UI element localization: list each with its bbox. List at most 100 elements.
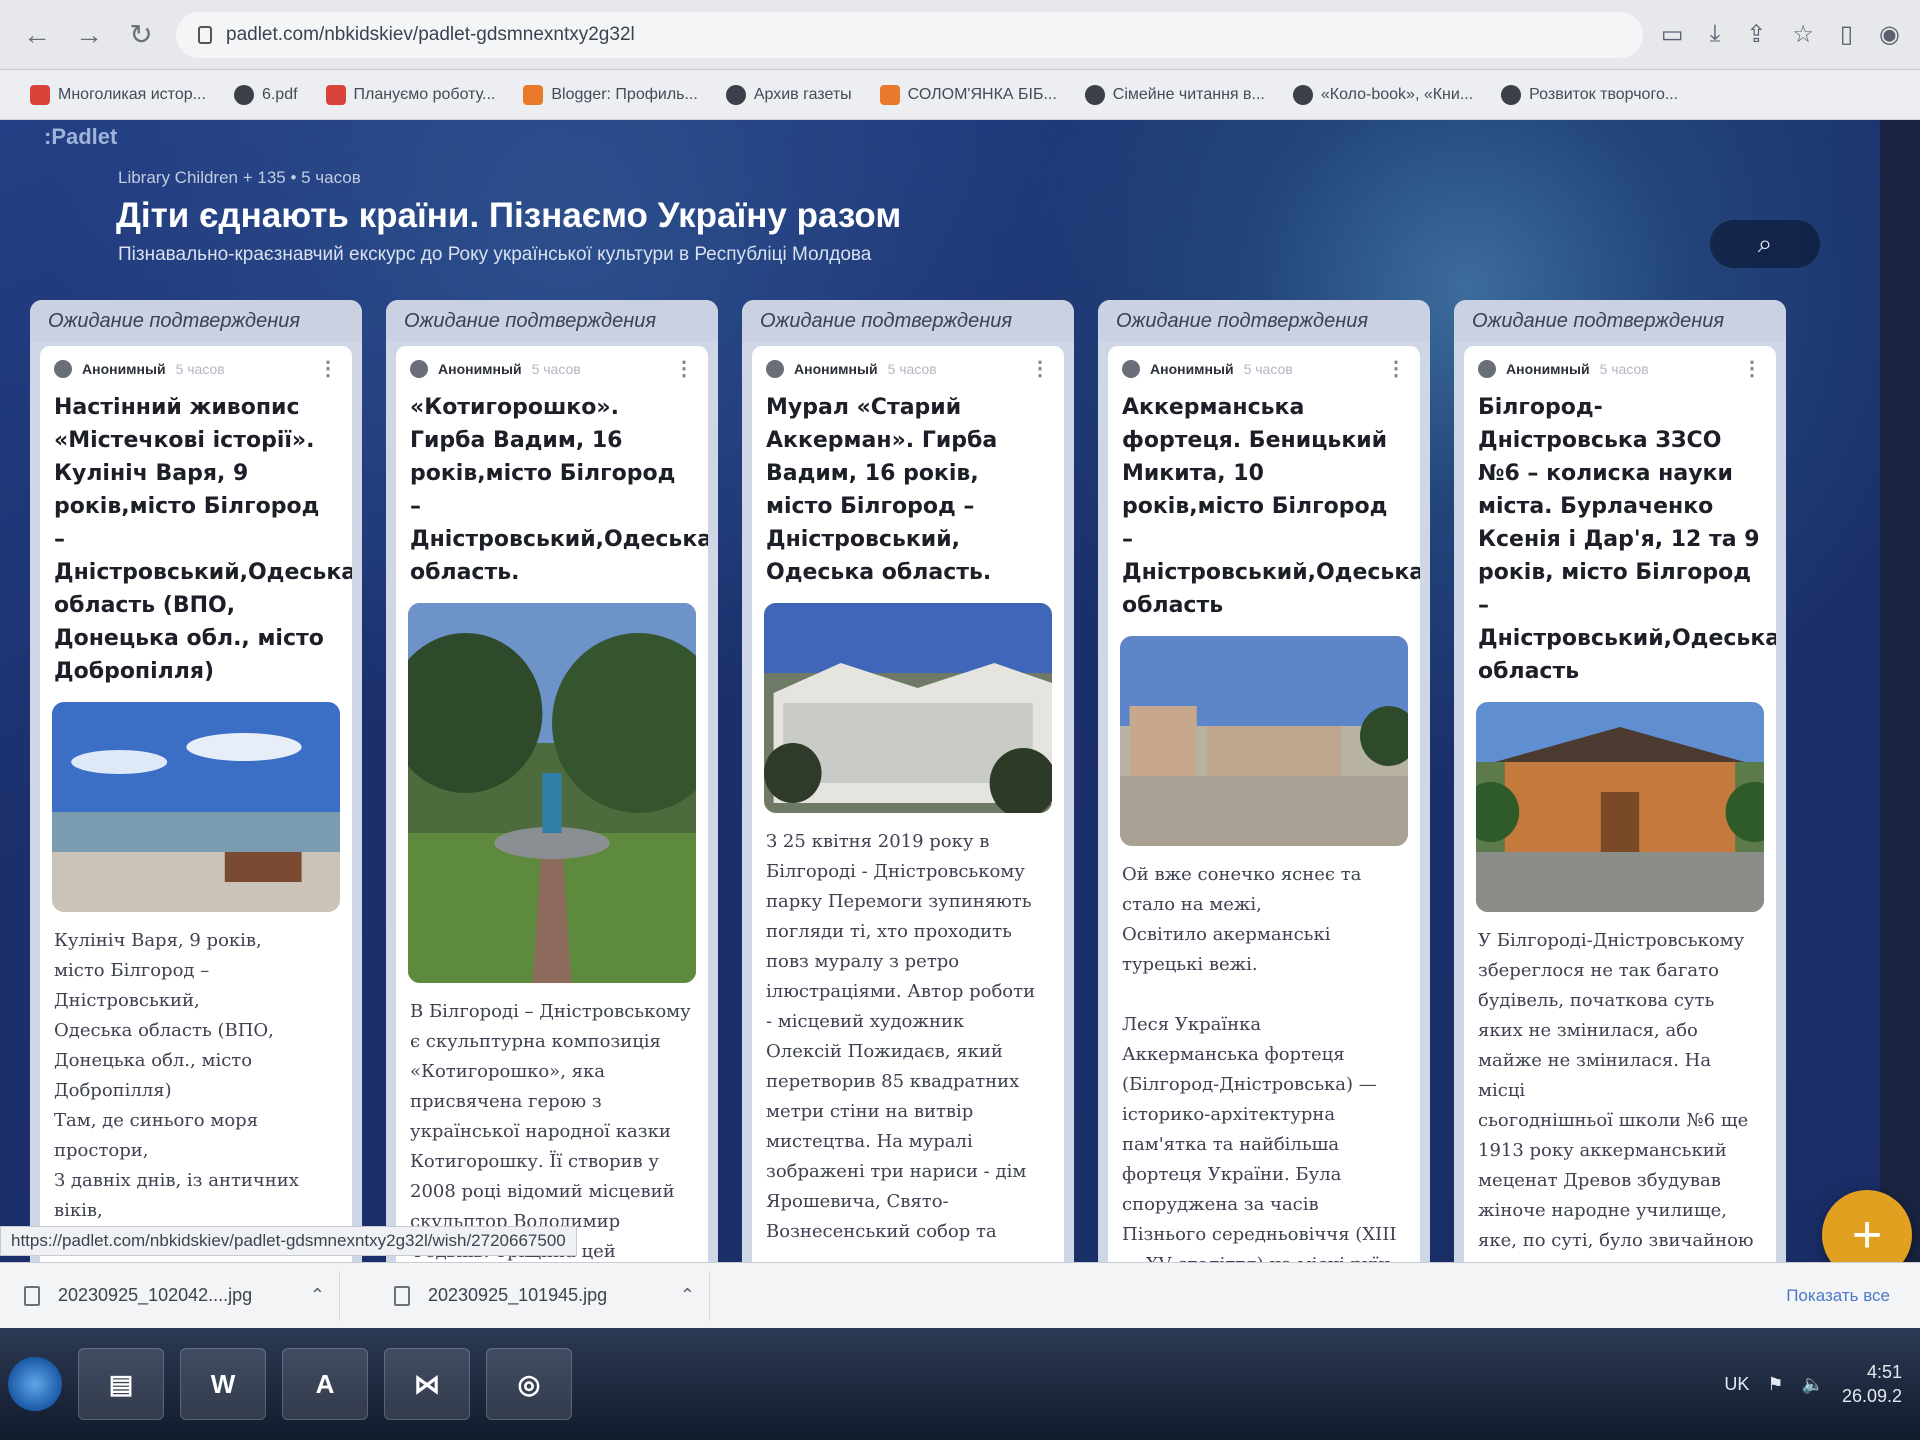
more-options-icon[interactable]: ⋮	[1386, 356, 1406, 381]
padlet-board: :Padlet ⌕ Library Children + 135 • 5 час…	[0, 120, 1880, 1320]
globe-icon	[725, 84, 746, 105]
url-text: padlet.com/nbkidskiev/padlet-gdsmnexntxy…	[226, 23, 635, 45]
chevron-up-icon[interactable]: ⌃	[310, 1285, 325, 1306]
fortress-image	[1120, 636, 1408, 846]
post-author: Анонимный 5 часов ⋮	[410, 356, 694, 381]
bookmark-item[interactable]: Сімейне читання в...	[1084, 84, 1265, 105]
search-icon[interactable]: ⌕	[1710, 220, 1820, 268]
post-title: Аккерманська фортеця. Беницький Микита, …	[1122, 395, 1420, 618]
post-title: «Котигорошко». Гирба Вадим, 16 років,міс…	[410, 395, 708, 585]
more-options-icon[interactable]: ⋮	[318, 356, 338, 381]
download-icon[interactable]: ⤓	[1710, 20, 1721, 49]
mural-wall-image	[764, 603, 1052, 813]
flag-icon[interactable]: ⚑	[1767, 1374, 1783, 1395]
bookmark-icon	[30, 84, 50, 105]
post-body: Ой вже сонечко яснеє та стало на межі, О…	[1122, 864, 1397, 1305]
post-author: Анонимный 5 часов ⋮	[54, 356, 338, 381]
url-bar[interactable]: padlet.com/nbkidskiev/padlet-gdsmnexntxy…	[176, 11, 1643, 58]
star-icon[interactable]: ☆	[1792, 20, 1814, 49]
globe-icon	[233, 84, 254, 105]
taskbar: ▤ W A ⋈ ◎ UK ⚑ 🔈 4:51 26.09.2	[0, 1328, 1920, 1440]
bookmark-item[interactable]: «Коло-book», «Кни...	[1292, 84, 1473, 105]
board-column: Ожидание подтверждения Анонимный 5 часов…	[742, 300, 1074, 1320]
clock[interactable]: 4:51 26.09.2	[1842, 1360, 1902, 1408]
more-options-icon[interactable]: ⋮	[674, 356, 694, 381]
post-author: Анонимный 5 часов ⋮	[766, 356, 1050, 381]
share-icon[interactable]: ⇪	[1746, 20, 1766, 49]
toolbar-icons: ▭ ⤓ ⇪ ☆ ▯ ◉	[1661, 20, 1900, 49]
bookmark-item[interactable]: Розвиток творчого...	[1501, 84, 1678, 105]
profile-icon[interactable]: ◉	[1879, 20, 1900, 49]
bookmark-item[interactable]: Многоликая истор...	[30, 84, 206, 105]
post-author: Анонимный 5 часов ⋮	[1122, 356, 1406, 381]
word-icon[interactable]: W	[180, 1348, 266, 1420]
blogger-icon	[523, 84, 544, 105]
download-item[interactable]: 20230925_101945.jpg ⌃	[380, 1270, 710, 1321]
post-card[interactable]: Анонимный 5 часов ⋮ Білгород-Дністровськ…	[1464, 346, 1776, 1320]
post-image[interactable]	[52, 702, 340, 912]
reload-icon[interactable]: ↻	[124, 18, 158, 52]
download-item[interactable]: 20230925_102042....jpg ⌃	[10, 1270, 340, 1321]
avatar	[1478, 359, 1496, 378]
globe-icon	[1084, 84, 1105, 105]
more-options-icon[interactable]: ⋮	[1742, 356, 1762, 381]
post-title: Білгород-Дністровська ЗЗСО №6 – колиска …	[1478, 395, 1776, 684]
start-button[interactable]	[8, 1357, 62, 1411]
post-card[interactable]: Анонимный 5 часов ⋮ «Котигорошко». Гирба…	[396, 346, 708, 1320]
chrome-icon[interactable]: ◎	[486, 1348, 572, 1420]
screen: ← → ↻ padlet.com/nbkidskiev/padlet-gdsmn…	[0, 0, 1920, 1440]
column-header: Ожидание подтверждения	[386, 300, 718, 342]
board-column: Ожидание подтверждения Анонимный 5 часов…	[386, 300, 718, 1320]
post-image[interactable]	[764, 603, 1052, 813]
more-options-icon[interactable]: ⋮	[1030, 356, 1050, 381]
bookmark-item[interactable]: 6.pdf	[233, 84, 298, 105]
board-column: Ожидание подтверждения Анонимный 5 часов…	[30, 300, 362, 1320]
cast-icon[interactable]: ▭	[1661, 20, 1684, 49]
sculpture-image	[408, 603, 696, 983]
post-card[interactable]: Анонимный 5 часов ⋮ Настінний живопис «М…	[40, 346, 352, 1320]
lock-icon	[198, 25, 212, 44]
post-image[interactable]	[1476, 702, 1764, 912]
file-icon	[394, 1285, 410, 1306]
post-card[interactable]: Анонимный 5 часов ⋮ Мурал «Старий Аккерм…	[752, 346, 1064, 1320]
volume-icon[interactable]: 🔈	[1802, 1374, 1824, 1395]
downloads-bar: 20230925_102042....jpg ⌃ 20230925_101945…	[0, 1262, 1920, 1328]
avatar	[766, 359, 784, 378]
back-icon[interactable]: ←	[20, 18, 54, 52]
bookmark-item[interactable]: СОЛОМ'ЯНКА БІБ...	[879, 84, 1057, 105]
post-body: У Білгороді-Дністровському збереглося не…	[1478, 930, 1754, 1311]
avatar	[410, 359, 428, 378]
media-icon[interactable]: ⋈	[384, 1348, 470, 1420]
post-image[interactable]	[1120, 636, 1408, 846]
system-tray: UK ⚑ 🔈 4:51 26.09.2	[1724, 1360, 1912, 1408]
status-url-tooltip: https://padlet.com/nbkidskiev/padlet-gds…	[0, 1226, 577, 1256]
post-card[interactable]: Анонимный 5 часов ⋮ Аккерманська фортеця…	[1108, 346, 1420, 1320]
bookmark-icon	[1501, 84, 1522, 105]
globe-icon	[1292, 84, 1313, 105]
board-column: Ожидание подтверждения Анонимный 5 часов…	[1098, 300, 1430, 1320]
school-image	[1476, 702, 1764, 912]
avatar	[54, 359, 72, 378]
column-header: Ожидание подтверждения	[742, 300, 1074, 342]
bookmark-item[interactable]: Архив газеты	[725, 84, 852, 105]
browser-toolbar: ← → ↻ padlet.com/nbkidskiev/padlet-gdsmn…	[0, 0, 1920, 70]
padlet-logo[interactable]: :Padlet	[44, 124, 117, 150]
explorer-icon[interactable]: ▤	[78, 1348, 164, 1420]
chevron-up-icon[interactable]: ⌃	[680, 1285, 695, 1306]
language-indicator[interactable]: UK	[1724, 1374, 1749, 1395]
post-image[interactable]	[408, 603, 696, 983]
bookmark-item[interactable]: Плануємо роботу...	[325, 84, 495, 105]
board-title: Діти єднають країни. Пізнаємо Україну ра…	[116, 196, 902, 235]
column-header: Ожидание подтверждения	[1098, 300, 1430, 342]
post-author: Анонимный 5 часов ⋮	[1478, 356, 1762, 381]
mural-image	[52, 702, 340, 912]
sidebar-icon[interactable]: ▯	[1840, 20, 1853, 49]
bookmark-icon	[325, 84, 346, 105]
show-all-downloads[interactable]: Показать все	[1786, 1286, 1910, 1306]
avatar	[1122, 359, 1140, 378]
bookmarks-bar: Многоликая истор... 6.pdf Плануємо робот…	[0, 70, 1920, 120]
bookmark-item[interactable]: Blogger: Профиль...	[523, 84, 698, 105]
post-title: Мурал «Старий Аккерман». Гирба Вадим, 16…	[766, 395, 998, 585]
viewer-icon[interactable]: A	[282, 1348, 368, 1420]
forward-icon[interactable]: →	[72, 18, 106, 52]
